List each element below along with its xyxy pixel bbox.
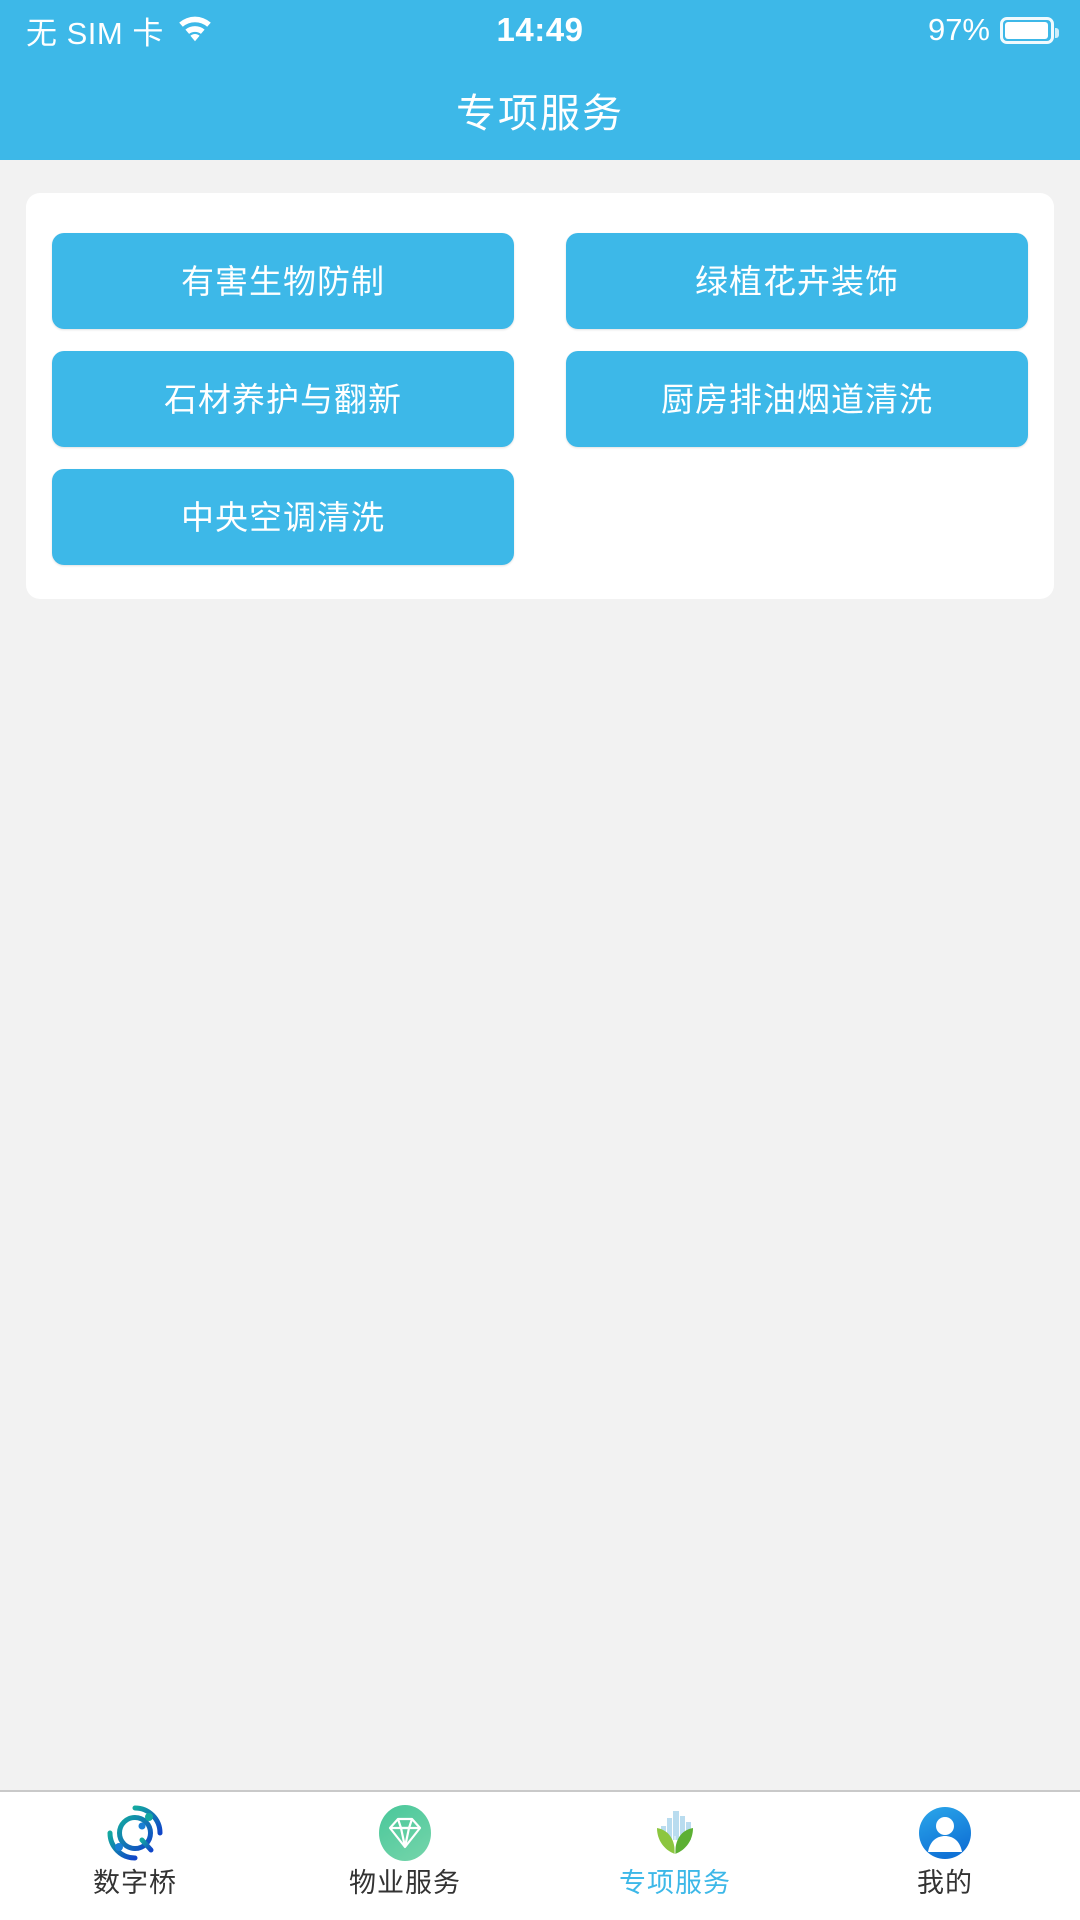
services-card: 有害生物防制 绿植花卉装饰 石材养护与翻新 厨房排油烟道清洗 中央空调清洗 [26, 193, 1054, 599]
tab-mine[interactable]: 我的 [810, 1802, 1080, 1897]
main-content: 有害生物防制 绿植花卉装饰 石材养护与翻新 厨房排油烟道清洗 中央空调清洗 [0, 160, 1080, 1790]
carrier-label: 无 SIM 卡 [26, 15, 164, 51]
diamond-icon [374, 1802, 436, 1864]
service-button-stone-maintenance[interactable]: 石材养护与翻新 [52, 351, 514, 447]
user-avatar-icon [914, 1802, 976, 1864]
service-button-green-plant-decor[interactable]: 绿植花卉装饰 [566, 233, 1028, 329]
bottom-tab-bar: 数字桥 物业服务 专项服务 我的 [0, 1790, 1080, 1920]
tab-label-special-service: 专项服务 [619, 1868, 731, 1898]
wifi-icon [176, 14, 214, 47]
tab-special-service[interactable]: 专项服务 [540, 1802, 810, 1897]
battery-percent-label: 97% [927, 12, 990, 47]
services-grid: 有害生物防制 绿植花卉装饰 石材养护与翻新 厨房排油烟道清洗 中央空调清洗 [52, 233, 1028, 565]
digital-bridge-icon [104, 1802, 166, 1864]
service-button-pest-control[interactable]: 有害生物防制 [52, 233, 514, 329]
grid-empty-slot [566, 469, 1028, 565]
tab-label-mine: 我的 [917, 1868, 973, 1898]
city-leaf-icon [644, 1802, 706, 1864]
battery-icon [1000, 16, 1059, 44]
status-bar-right: 97% [927, 12, 1059, 48]
tab-digital-bridge[interactable]: 数字桥 [0, 1802, 270, 1897]
phone-screen: 无 SIM 卡 14:49 97% 专项服务 有害生物防制 绿植花卉装饰 石材养… [0, 0, 1080, 1920]
tab-property-service[interactable]: 物业服务 [270, 1802, 540, 1897]
page-title: 专项服务 [456, 92, 624, 136]
tab-label-digital-bridge: 数字桥 [93, 1868, 177, 1898]
tab-label-property-service: 物业服务 [349, 1868, 461, 1898]
status-bar: 无 SIM 卡 14:49 97% [0, 0, 1080, 60]
service-button-kitchen-duct-clean[interactable]: 厨房排油烟道清洗 [566, 351, 1028, 447]
app-header: 专项服务 [0, 60, 1080, 160]
service-button-central-ac-clean[interactable]: 中央空调清洗 [52, 469, 514, 565]
status-bar-left: 无 SIM 卡 [26, 8, 214, 53]
